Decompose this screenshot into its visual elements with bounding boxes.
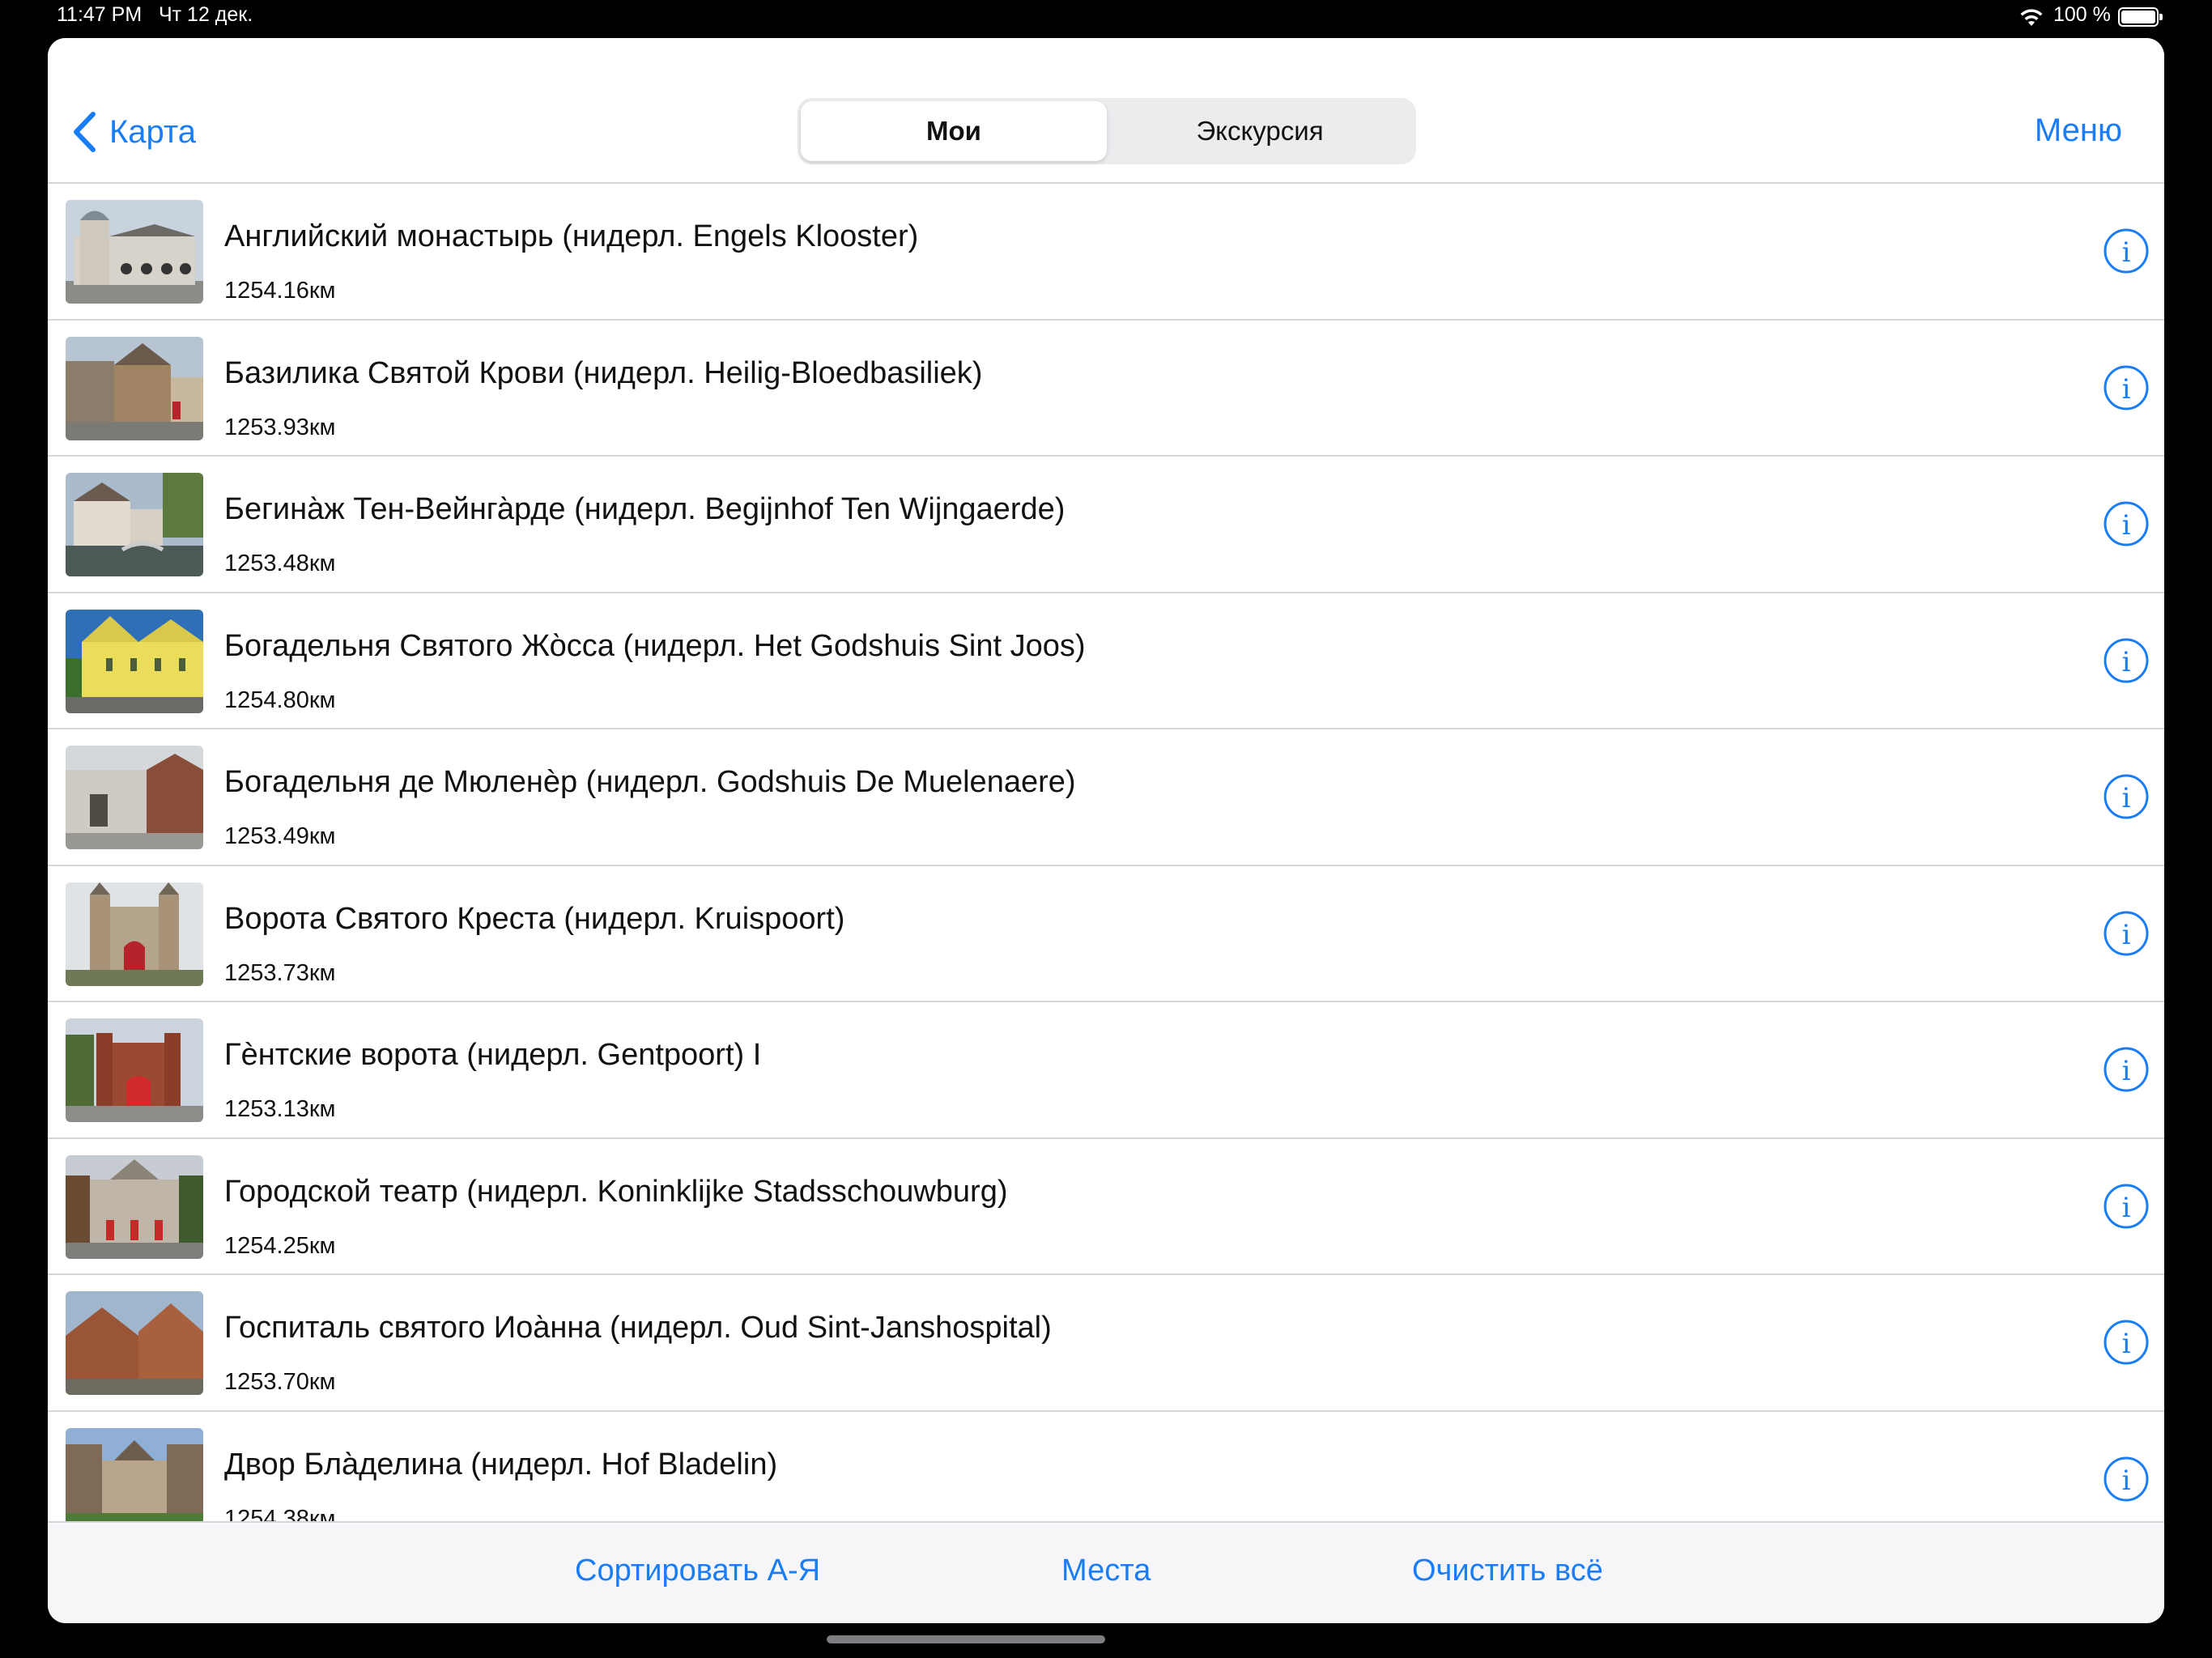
info-circle-icon[interactable]: i [2103, 364, 2150, 411]
home-indicator[interactable] [827, 1635, 1105, 1643]
info-circle-icon[interactable]: i [2103, 1456, 2150, 1503]
place-thumbnail [66, 1291, 203, 1395]
place-title: Ворота Святого Креста (нидерл. Kruispoor… [224, 901, 845, 936]
list-item[interactable]: Базилика Святой Крови (нидерл. Heilig-Bl… [48, 321, 2164, 457]
place-title: Богадельня Святого Жо̀сса (нидерл. Het G… [224, 628, 1086, 663]
places-sheet: Карта Мои Экскурсия Меню Английский мона… [48, 38, 2164, 1623]
svg-text:i: i [2122, 1192, 2131, 1224]
place-thumbnail [66, 1018, 203, 1122]
sort-az-button[interactable]: Сортировать А-Я [575, 1554, 820, 1588]
svg-text:i: i [2122, 373, 2131, 406]
svg-text:i: i [2122, 919, 2131, 951]
battery-percent: 100 % [2053, 3, 2111, 26]
info-circle-icon[interactable]: i [2103, 637, 2150, 684]
clear-all-button[interactable]: Очистить всё [1412, 1554, 1603, 1588]
place-distance: 1253.73км [224, 959, 336, 986]
place-thumbnail [66, 200, 203, 304]
place-title: Бегина̀ж Тен-Вейнга̀рде (нидерл. Begijnh… [224, 492, 1066, 526]
place-distance: 1254.16км [224, 278, 336, 304]
list-item[interactable]: Бегина̀ж Тен-Вейнга̀рде (нидерл. Begijnh… [48, 457, 2164, 593]
info-circle-icon[interactable]: i [2103, 500, 2150, 547]
place-distance: 1254.38км [224, 1505, 336, 1522]
place-distance: 1253.49км [224, 823, 336, 849]
place-thumbnail [66, 336, 203, 440]
place-title: Богадельня де Мюленѐр (нидерл. Godshuis … [224, 765, 1076, 799]
svg-text:i: i [2122, 1465, 2131, 1497]
place-thumbnail [66, 473, 203, 576]
list-item[interactable]: Богадельня Святого Жо̀сса (нидерл. Het G… [48, 593, 2164, 729]
place-distance: 1253.48км [224, 551, 336, 576]
svg-text:i: i [2122, 509, 2131, 542]
segmented-control: Мои Экскурсия [798, 98, 1416, 164]
place-distance: 1254.25км [224, 1232, 336, 1259]
list-item[interactable]: Богадельня де Мюленѐр (нидерл. Godshuis … [48, 729, 2164, 866]
info-circle-icon[interactable]: i [2103, 1319, 2150, 1366]
back-button[interactable]: Карта [72, 108, 196, 156]
info-circle-icon[interactable]: i [2103, 1046, 2150, 1093]
place-title: Базилика Святой Крови (нидерл. Heilig-Bl… [224, 355, 983, 390]
list-item[interactable]: Двор Бла̀делина (нидерл. Hof Bladelin) 1… [48, 1412, 2164, 1522]
place-distance: 1253.93км [224, 414, 336, 440]
status-date: Чт 12 дек. [159, 3, 253, 26]
svg-text:i: i [2122, 1055, 2131, 1087]
status-bar: 11:47 PM Чт 12 дек. 100 % [0, 0, 2212, 36]
bottom-toolbar: Сортировать А-Я Места Очистить всё [48, 1521, 2164, 1623]
back-label: Карта [109, 113, 197, 150]
battery-icon [2118, 7, 2163, 27]
segment-excursion[interactable]: Экскурсия [1107, 101, 1413, 161]
info-circle-icon[interactable]: i [2103, 1183, 2150, 1230]
svg-text:i: i [2122, 1328, 2131, 1360]
status-time: 11:47 PM Чт 12 дек. [57, 3, 253, 26]
list-item[interactable]: Городской театр (нидерл. Koninklijke Sta… [48, 1139, 2164, 1275]
chevron-left-icon [74, 112, 96, 152]
list-item[interactable]: Гѐнтские ворота (нидерл. Gentpoort) I 12… [48, 1002, 2164, 1139]
svg-text:i: i [2122, 236, 2131, 269]
info-circle-icon[interactable]: i [2103, 910, 2150, 957]
place-distance: 1253.70км [224, 1369, 336, 1395]
place-distance: 1253.13км [224, 1096, 336, 1122]
place-thumbnail [66, 1154, 203, 1259]
list-item[interactable]: Госпиталь святого Иоа̀нна (нидерл. Oud S… [48, 1275, 2164, 1412]
place-title: Городской театр (нидерл. Koninklijke Sta… [224, 1174, 1008, 1209]
place-title: Гѐнтские ворота (нидерл. Gentpoort) I [224, 1038, 762, 1072]
navigation-bar: Карта Мои Экскурсия Меню [48, 38, 2164, 184]
places-button[interactable]: Места [1061, 1554, 1151, 1588]
svg-text:i: i [2122, 782, 2131, 814]
info-circle-icon[interactable]: i [2103, 773, 2150, 820]
place-distance: 1254.80км [224, 687, 336, 713]
place-thumbnail [66, 882, 203, 986]
place-thumbnail [66, 609, 203, 713]
svg-text:i: i [2122, 646, 2131, 678]
list-item[interactable]: Ворота Святого Креста (нидерл. Kruispoor… [48, 866, 2164, 1002]
list-item[interactable]: Английский монастырь (нидерл. Engels Klo… [48, 184, 2164, 321]
place-thumbnail [66, 1427, 203, 1521]
menu-button[interactable]: Меню [2035, 113, 2122, 149]
segment-mine[interactable]: Мои [801, 101, 1107, 161]
wifi-icon [2020, 9, 2043, 26]
place-title: Английский монастырь (нидерл. Engels Klo… [224, 219, 919, 253]
place-title: Госпиталь святого Иоа̀нна (нидерл. Oud S… [224, 1311, 1052, 1345]
places-list[interactable]: Английский монастырь (нидерл. Engels Klo… [48, 184, 2164, 1521]
place-title: Двор Бла̀делина (нидерл. Hof Bladelin) [224, 1447, 778, 1482]
place-thumbnail [66, 746, 203, 849]
info-circle-icon[interactable]: i [2103, 227, 2150, 274]
